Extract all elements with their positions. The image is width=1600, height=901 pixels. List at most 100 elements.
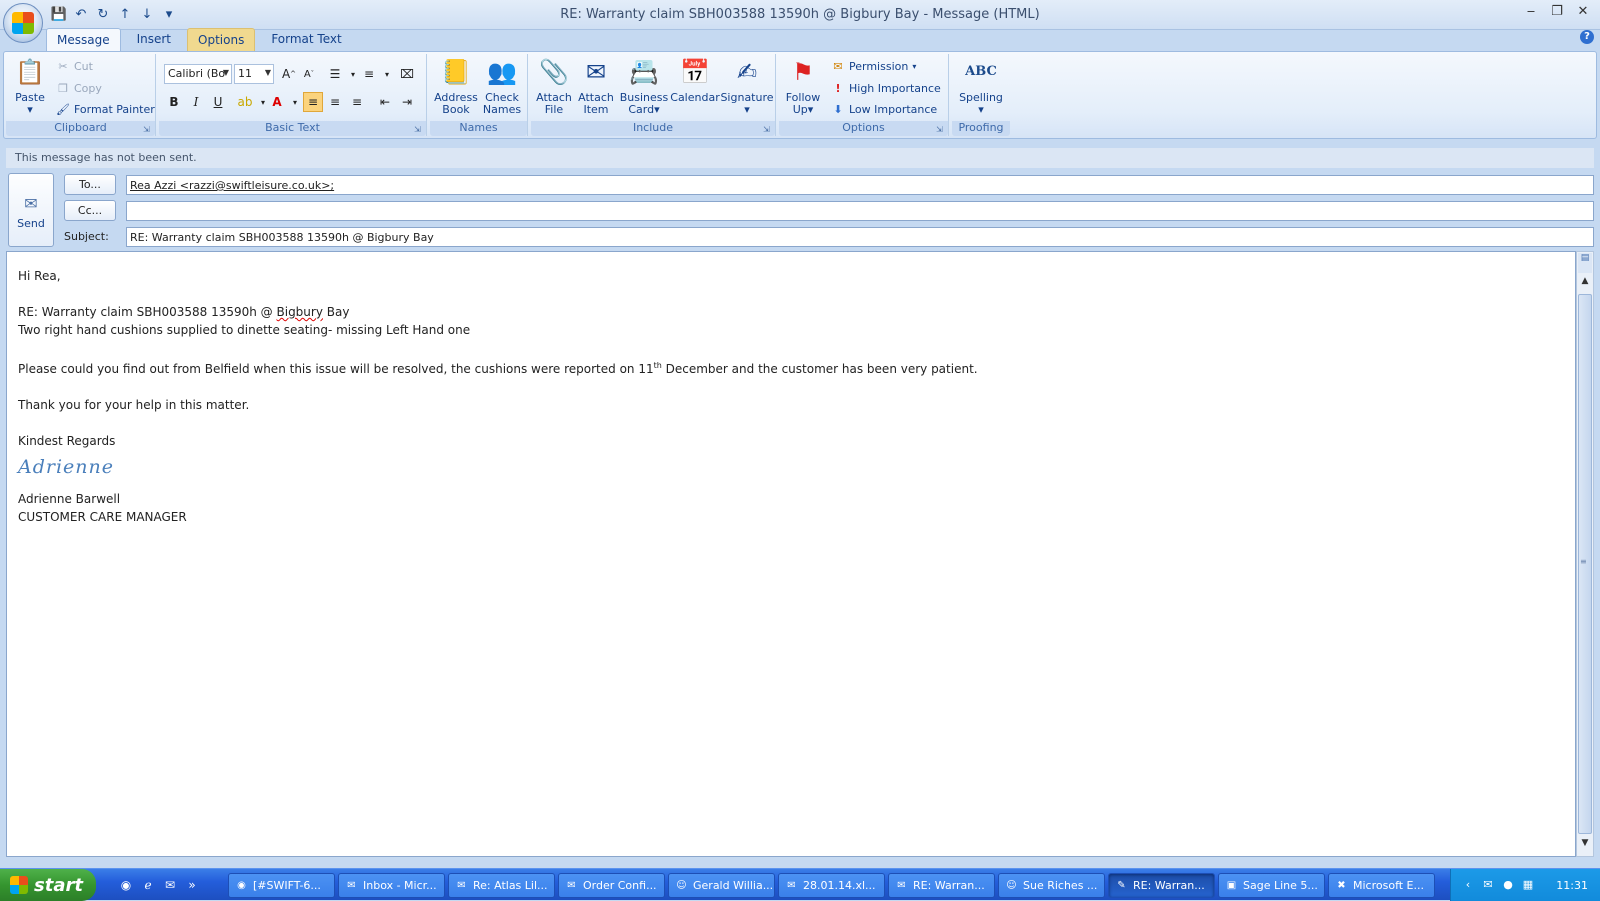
increase-indent-button[interactable]: ⇥: [397, 92, 417, 112]
taskbar-item[interactable]: ✉ Re: Atlas Lil...: [448, 873, 555, 898]
chrome-icon[interactable]: ◉: [118, 877, 134, 893]
clipboard-launcher-icon[interactable]: ⇲: [143, 125, 152, 134]
taskbar-item-label: RE: Warran...: [1133, 879, 1205, 892]
bullets-icon: ☰: [329, 67, 341, 81]
close-button[interactable]: ✕: [1572, 4, 1594, 22]
quick-launch-more-icon[interactable]: »: [184, 877, 200, 893]
taskbar-item[interactable]: ▣ Sage Line 5...: [1218, 873, 1325, 898]
flag-icon: ⚑: [792, 58, 814, 86]
office-button[interactable]: [3, 3, 43, 43]
taskbar-item[interactable]: ✉ 28.01.14.xl...: [778, 873, 885, 898]
business-card-icon: 📇: [629, 58, 659, 86]
font-size-combo[interactable]: 11 ▼: [234, 64, 274, 84]
bold-button[interactable]: B: [164, 92, 184, 112]
taskbar-item[interactable]: ✉ RE: Warran...: [888, 873, 995, 898]
cc-button[interactable]: Cc...: [64, 200, 116, 221]
taskbar-item-label: Inbox - Micr...: [363, 879, 437, 892]
scroll-up-icon[interactable]: ▲: [1577, 276, 1593, 292]
body-closing: Kindest Regards: [18, 434, 116, 448]
scroll-down-icon[interactable]: ▼: [1577, 838, 1593, 854]
ribbon: 📋 Paste ▾ ✂ Cut ❐ Copy 🖌 Format Painter Clip…: [3, 51, 1597, 139]
bullets-button[interactable]: ☰: [325, 64, 345, 84]
font-color-dropdown[interactable]: ▾: [285, 92, 305, 112]
cc-field[interactable]: [126, 201, 1594, 221]
to-field[interactable]: Rea Azzi <razzi@swiftleisure.co.uk>;: [126, 175, 1594, 195]
restore-button[interactable]: ❐: [1546, 4, 1568, 22]
taskbar-item[interactable]: ☺ Sue Riches ...: [998, 873, 1105, 898]
cut-button[interactable]: ✂ Cut: [56, 59, 93, 73]
highlight-icon[interactable]: ab: [235, 92, 255, 112]
check-names-button[interactable]: 👥 Check Names: [480, 56, 524, 116]
message-body[interactable]: Hi Rea, RE: Warranty claim SBH003588 135…: [6, 251, 1576, 857]
tab-insert[interactable]: Insert: [127, 28, 181, 51]
italic-button[interactable]: I: [186, 92, 206, 112]
taskbar-item[interactable]: ☺ Gerald Willia...: [668, 873, 775, 898]
minimize-button[interactable]: ‒: [1520, 4, 1542, 22]
paintbrush-icon: 🖌: [56, 102, 70, 116]
signature-title: CUSTOMER CARE MANAGER: [18, 510, 187, 524]
body-line-1-prefix: RE: Warranty claim SBH003588 13590h @: [18, 305, 277, 319]
shrink-font-button[interactable]: Aˇ: [299, 64, 319, 84]
options-launcher-icon[interactable]: ⇲: [936, 125, 945, 134]
numbering-button[interactable]: ≡: [359, 64, 379, 84]
body-greeting: Hi Rea,: [18, 269, 61, 283]
tray-outlook-icon[interactable]: ✉: [1481, 878, 1495, 892]
taskbar-item[interactable]: ◉ [#SWIFT-6...: [228, 873, 335, 898]
grow-font-button[interactable]: A ^: [279, 64, 299, 84]
taskbar-item[interactable]: ✖ Microsoft E...: [1328, 873, 1435, 898]
address-book-button[interactable]: 📒 Address Book: [434, 56, 478, 116]
permission-button[interactable]: ✉ Permission ▾: [831, 59, 916, 73]
subject-field[interactable]: RE: Warranty claim SBH003588 13590h @ Bi…: [126, 227, 1594, 247]
tray-status-icon[interactable]: ●: [1501, 878, 1515, 892]
subject-label: Subject:: [64, 230, 109, 243]
taskbar: start ◉ ℯ ✉ » ◉ [#SWIFT-6... ✉ Inbox - Mic…: [0, 868, 1600, 901]
format-painter-button[interactable]: 🖌 Format Painter: [56, 102, 155, 116]
include-launcher-icon[interactable]: ⇲: [763, 125, 772, 134]
numbering-dropdown[interactable]: ▾: [377, 64, 397, 84]
tab-message[interactable]: Message: [46, 28, 121, 51]
to-button[interactable]: To...: [64, 174, 116, 195]
basic-text-launcher-icon[interactable]: ⇲: [414, 125, 423, 134]
attach-item-button[interactable]: ✉ Attach Item: [575, 56, 617, 116]
vertical-scrollbar[interactable]: ▤ ▲ ≡ ▼: [1576, 251, 1594, 857]
ie-icon[interactable]: ℯ: [140, 877, 156, 893]
spelling-button[interactable]: ABC Spelling ▾: [956, 56, 1006, 116]
attach-file-button[interactable]: 📎 Attach File: [533, 56, 575, 116]
align-left-button[interactable]: ≡: [303, 92, 323, 112]
tray-network-icon[interactable]: ▦: [1521, 878, 1535, 892]
increase-indent-icon: ⇥: [401, 95, 413, 109]
send-button[interactable]: ✉ Send: [8, 173, 54, 247]
decrease-indent-button[interactable]: ⇤: [375, 92, 395, 112]
low-importance-button[interactable]: ⬇ Low Importance: [831, 102, 937, 116]
high-importance-button[interactable]: ! High Importance: [831, 81, 940, 95]
underline-button[interactable]: U: [208, 92, 228, 112]
taskbar-item[interactable]: ✉ Inbox - Micr...: [338, 873, 445, 898]
start-button[interactable]: start: [0, 869, 96, 901]
help-icon[interactable]: ?: [1580, 30, 1594, 44]
taskbar-item-active[interactable]: ✎ RE: Warran...: [1108, 873, 1215, 898]
tray-expand-icon[interactable]: ‹: [1461, 878, 1475, 892]
calendar-button[interactable]: 📅 Calendar: [670, 56, 720, 104]
align-right-button[interactable]: ≡: [347, 92, 367, 112]
tab-options[interactable]: Options: [187, 28, 256, 51]
address-book-label-2: Book: [442, 103, 470, 116]
clear-formatting-button[interactable]: ⌧: [397, 64, 417, 84]
signature-button[interactable]: ✍ Signature ▾: [720, 56, 774, 116]
paste-button[interactable]: 📋 Paste ▾: [10, 56, 50, 116]
copy-button[interactable]: ❐ Copy: [56, 81, 102, 95]
body-paragraph-suffix: December and the customer has been very …: [661, 362, 978, 376]
outlook-icon[interactable]: ✉: [162, 877, 178, 893]
ruler-toggle-icon[interactable]: ▤: [1578, 253, 1592, 273]
follow-up-button[interactable]: ⚑ Follow Up▾: [781, 56, 825, 116]
font-color-icon[interactable]: A: [267, 92, 287, 112]
taskbar-item-label: RE: Warran...: [913, 879, 985, 892]
business-card-button[interactable]: 📇 Business Card▾: [619, 56, 669, 116]
tab-format-text[interactable]: Format Text: [261, 28, 351, 51]
font-name-combo[interactable]: Calibri (Bo ▼: [164, 64, 232, 84]
align-center-button[interactable]: ≡: [325, 92, 345, 112]
ribbon-tabs: Message Insert Options Format Text: [46, 28, 352, 51]
down-arrow-icon: ⬇: [833, 102, 843, 116]
excel-icon: ✖: [1337, 880, 1346, 891]
taskbar-item[interactable]: ✉ Order Confi...: [558, 873, 665, 898]
taskbar-item-label: [#SWIFT-6...: [253, 879, 321, 892]
